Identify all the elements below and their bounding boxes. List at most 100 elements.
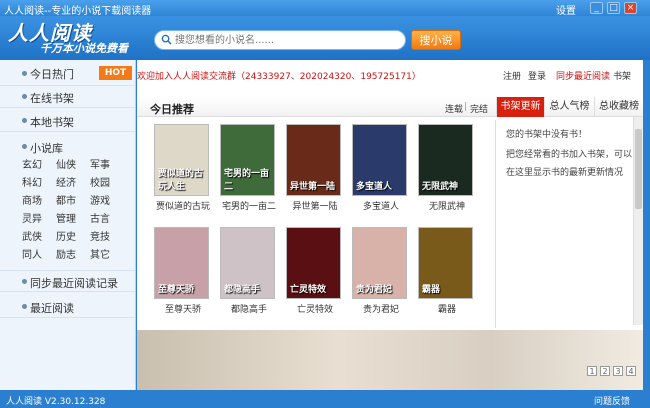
sidebar-item-library[interactable]: 小说库: [0, 136, 135, 158]
banner-page-1[interactable]: 1: [587, 366, 597, 376]
bookshelf-link[interactable]: 书架: [613, 69, 631, 82]
tab-popularity[interactable]: 总人气榜: [544, 97, 594, 117]
app-slogan: 千万本小说免费看: [40, 42, 128, 55]
book-cover-title: 多宝道人: [356, 182, 393, 192]
book-cover-title: 亡灵特效: [290, 285, 327, 295]
book-cover[interactable]: 多宝道人: [352, 124, 407, 196]
sidebar-item-label: 今日热门: [30, 68, 74, 81]
book-cover-title: 异世第一陆: [290, 182, 336, 192]
book-card[interactable]: 多宝道人 多宝道人: [352, 124, 410, 212]
login-link[interactable]: 登录: [528, 69, 546, 82]
book-cover-title: 霸器: [422, 285, 441, 295]
search-input[interactable]: [175, 33, 400, 47]
category-link[interactable]: 军事: [90, 156, 110, 171]
sidebar-item-online-shelf[interactable]: 在线书架: [0, 86, 135, 108]
category-link[interactable]: 竞技: [90, 228, 110, 243]
book-card[interactable]: 至尊天骄 至尊天骄: [154, 227, 212, 315]
book-cover[interactable]: 贵为君妃: [352, 227, 407, 299]
sidebar-item-hot-today[interactable]: 今日热门 HOT: [0, 60, 135, 86]
book-cover[interactable]: 宅男的一亩二: [220, 124, 275, 196]
book-cover-title: 贾似道的古玩人生: [158, 169, 204, 192]
book-title[interactable]: 至尊天骄: [154, 302, 212, 315]
maximize-button[interactable]: □: [607, 2, 620, 14]
banner-page-2[interactable]: 2: [600, 366, 610, 376]
status-bar: 人人阅读 V2.30.12.328 问题反馈: [0, 390, 650, 408]
category-link[interactable]: 都市: [56, 192, 76, 207]
tab-shelf-updates[interactable]: 书架更新: [496, 97, 544, 117]
sidebar-item-label: 同步最近阅读记录: [30, 277, 118, 290]
book-cover[interactable]: 无限武神: [418, 124, 473, 196]
register-link[interactable]: 注册: [503, 69, 521, 82]
shelf-hint-line: 在这里显示书的最新更新情况: [506, 168, 624, 178]
vertical-scrollbar[interactable]: [633, 117, 643, 325]
category-link[interactable]: 灵异: [22, 210, 42, 225]
category-link[interactable]: 商场: [22, 192, 42, 207]
category-link[interactable]: 科幻: [22, 174, 42, 189]
empty-shelf-hint: 您的书架中没有书！: [506, 130, 588, 140]
category-link[interactable]: 玄幻: [22, 156, 42, 171]
filter-finished[interactable]: 完结: [470, 102, 488, 115]
book-card[interactable]: 都隐高手 都隐高手: [220, 227, 278, 315]
book-title[interactable]: 霸器: [418, 302, 476, 315]
settings-link[interactable]: 设置: [556, 2, 576, 17]
book-card[interactable]: 宅男的一亩二 宅男的一亩二: [220, 124, 278, 212]
category-link[interactable]: 武侠: [22, 228, 42, 243]
book-card[interactable]: 亡灵特效 亡灵特效: [286, 227, 344, 315]
banner-page-4[interactable]: 4: [626, 366, 636, 376]
book-cover-title: 至尊天骄: [158, 285, 195, 295]
shelf-hint-line: 把您经常看的书加入书架，可以: [506, 150, 633, 160]
book-title[interactable]: 多宝道人: [352, 199, 410, 212]
sidebar-item-recent-reading[interactable]: 最近阅读: [0, 296, 135, 318]
book-title[interactable]: 无限武神: [418, 199, 476, 212]
book-cover[interactable]: 都隐高手: [220, 227, 275, 299]
category-link[interactable]: 励志: [56, 246, 76, 261]
banner-page-3[interactable]: 3: [613, 366, 623, 376]
sidebar-item-label: 小说库: [30, 142, 63, 155]
book-cover-title: 都隐高手: [224, 285, 261, 295]
sidebar-item-local-shelf[interactable]: 本地书架: [0, 110, 135, 132]
book-card[interactable]: 无限武神 无限武神: [418, 124, 476, 212]
book-cover[interactable]: 异世第一陆: [286, 124, 341, 196]
book-title[interactable]: 贾似道的古玩: [154, 199, 212, 212]
book-cover-title: 贵为君妃: [356, 285, 393, 295]
sync-recent-link[interactable]: 同步最近阅读: [556, 69, 610, 82]
book-card[interactable]: 贵为君妃 贵为君妃: [352, 227, 410, 315]
minimize-button[interactable]: _: [590, 2, 603, 14]
bullet-icon: [22, 71, 27, 76]
promo-banner[interactable]: [137, 330, 643, 390]
book-card[interactable]: 霸器 霸器: [418, 227, 476, 315]
bullet-icon: [22, 144, 27, 149]
tab-favorites[interactable]: 总收藏榜: [594, 97, 643, 117]
book-cover[interactable]: 亡灵特效: [286, 227, 341, 299]
category-link[interactable]: 校园: [90, 174, 110, 189]
category-link[interactable]: 经济: [56, 174, 76, 189]
category-link[interactable]: 仙侠: [56, 156, 76, 171]
bullet-icon: [22, 279, 27, 284]
book-card[interactable]: 贾似道的古玩人生贾似道的古玩: [154, 124, 212, 212]
main-content: 欢迎加入人人阅读交流群（24333927、202024320、195725171…: [137, 60, 643, 390]
sidebar-item-sync-reading[interactable]: 同步最近阅读记录: [0, 270, 135, 292]
search-button[interactable]: 搜小说: [411, 30, 461, 50]
book-cover[interactable]: 霸器: [418, 227, 473, 299]
book-title[interactable]: 都隐高手: [220, 302, 278, 315]
version-text: 人人阅读 V2.30.12.328: [6, 397, 106, 407]
book-title[interactable]: 异世第一陆: [286, 199, 344, 212]
category-link[interactable]: 其它: [90, 246, 110, 261]
book-cover-title: 宅男的一亩二: [224, 169, 270, 192]
book-card[interactable]: 异世第一陆 异世第一陆: [286, 124, 344, 212]
category-link[interactable]: 游戏: [90, 192, 110, 207]
close-button[interactable]: ×: [624, 2, 637, 14]
filter-serial[interactable]: 连载: [445, 102, 463, 115]
category-link[interactable]: 管理: [56, 210, 76, 225]
category-link[interactable]: 同人: [22, 246, 42, 261]
header: 人人阅读 千万本小说免费看 搜小说: [0, 16, 650, 60]
book-title[interactable]: 亡灵特效: [286, 302, 344, 315]
book-cover[interactable]: 至尊天骄: [154, 227, 209, 299]
scrollbar-thumb[interactable]: [635, 129, 642, 209]
category-link[interactable]: 历史: [56, 228, 76, 243]
book-cover[interactable]: 贾似道的古玩人生: [154, 124, 209, 196]
book-title[interactable]: 宅男的一亩二: [220, 199, 278, 212]
book-title[interactable]: 贵为君妃: [352, 302, 410, 315]
feedback-link[interactable]: 问题反馈: [594, 394, 630, 407]
category-link[interactable]: 古言: [90, 210, 110, 225]
